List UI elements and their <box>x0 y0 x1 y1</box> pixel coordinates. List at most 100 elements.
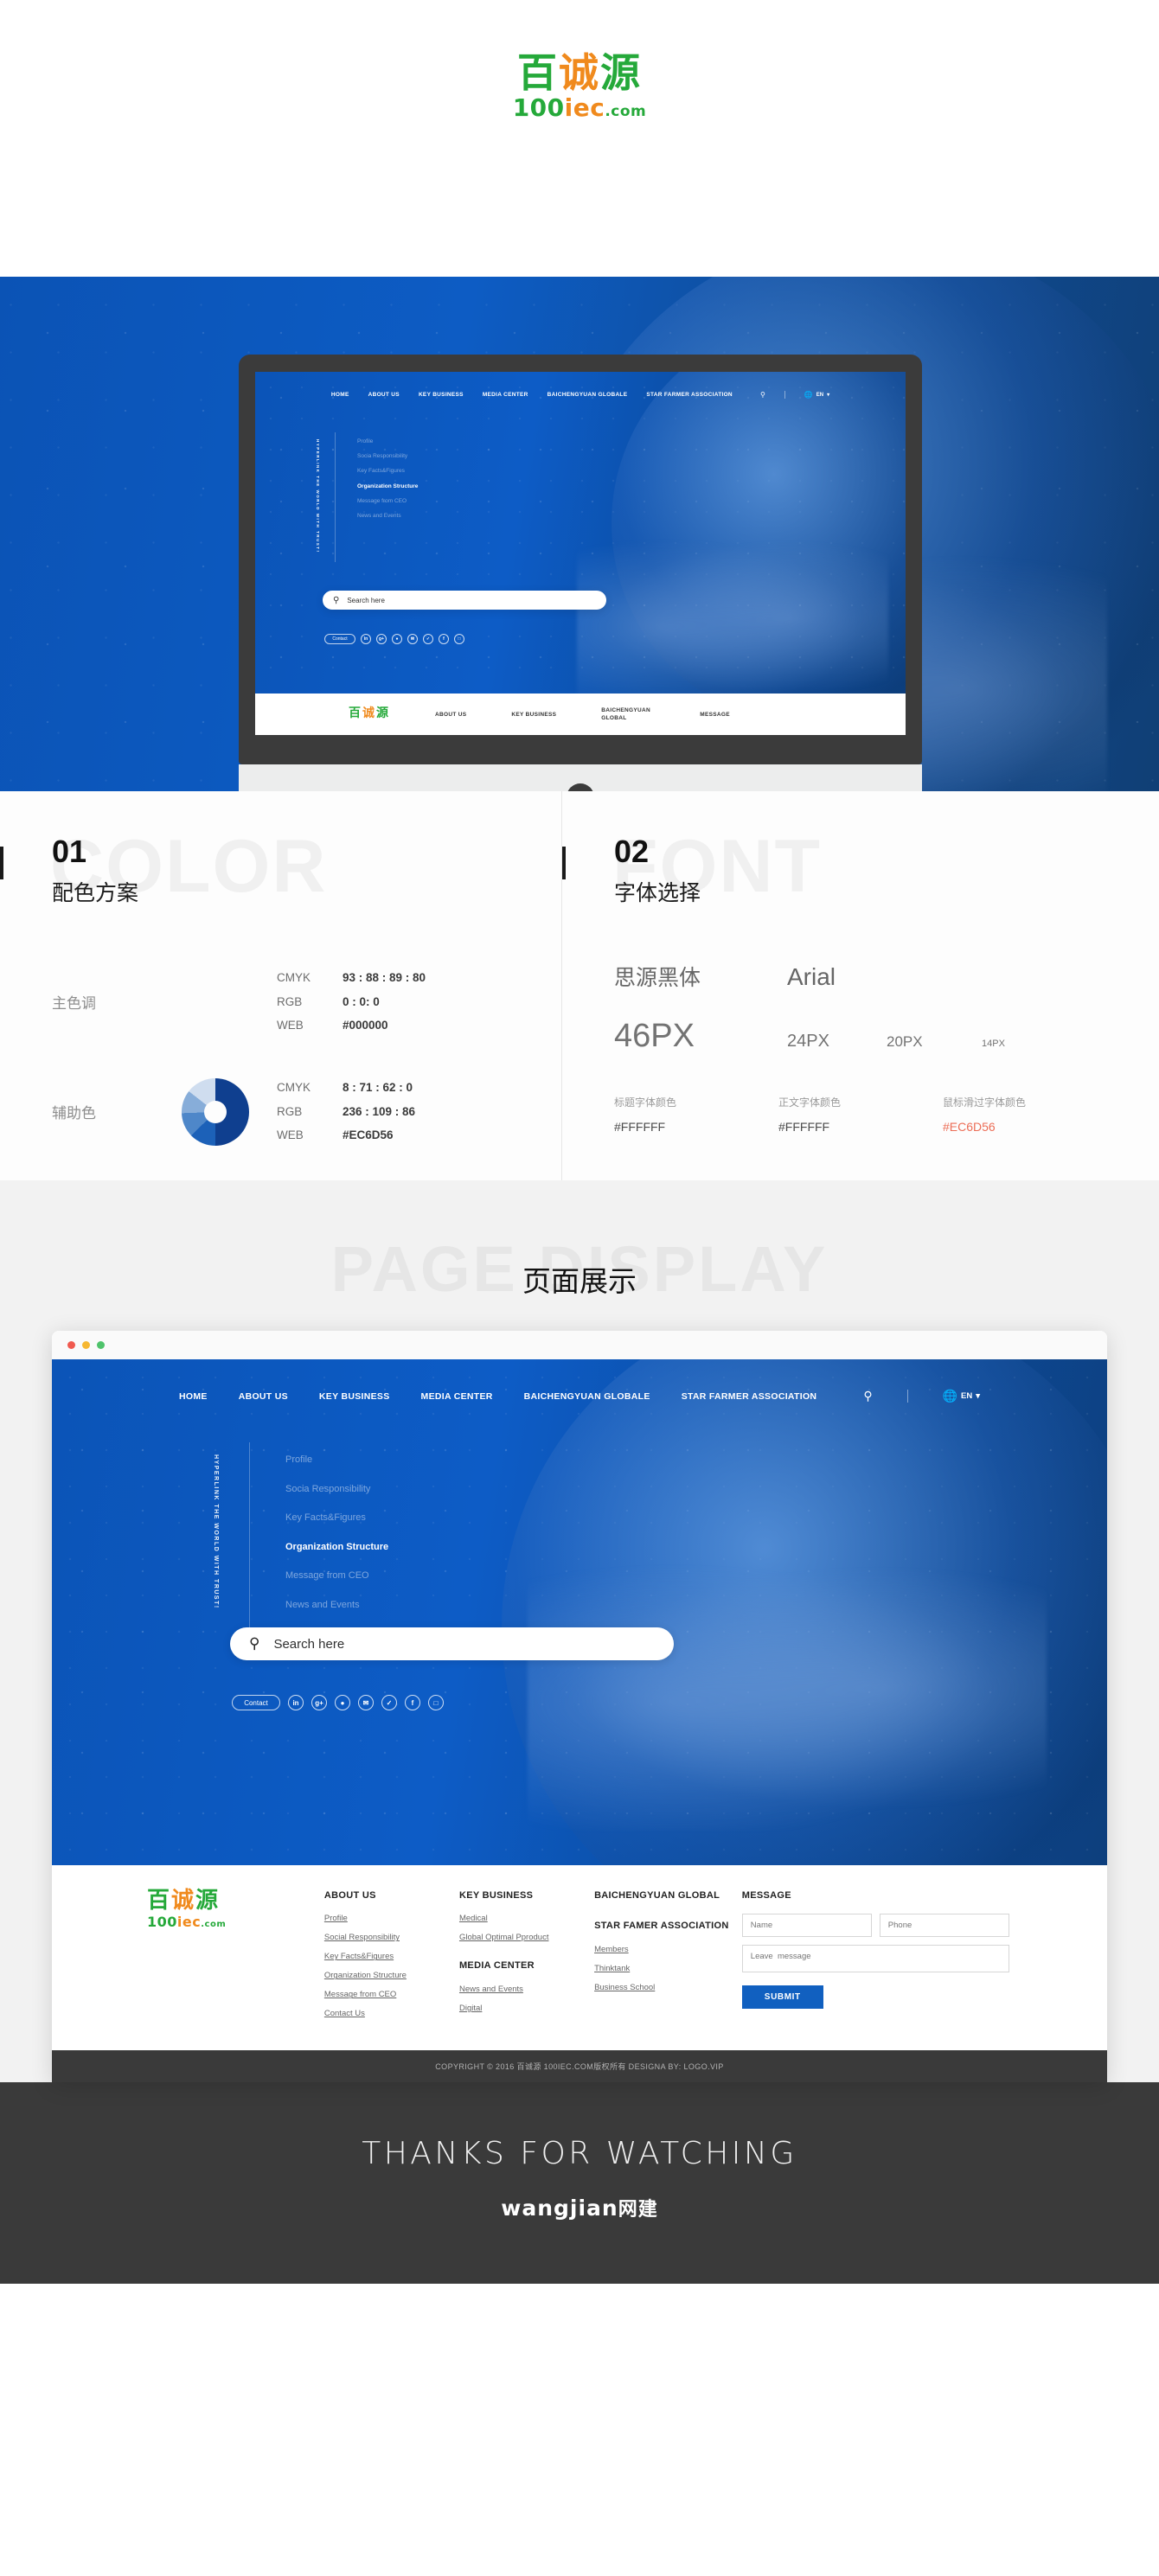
footer-link-contact-us[interactable]: Contact Us <box>324 2009 459 2018</box>
small-nav-baichengyuan-globale[interactable]: BAICHENGYUAN GLOBALE <box>547 392 628 398</box>
panel-font: FONT 02 字体选择 思源黑体 Arial 46PX 24PX 20PX 1… <box>561 791 1159 1180</box>
secondary-web-key: WEB <box>277 1128 304 1142</box>
primary-cmyk-value: 93 : 88 : 89 : 80 <box>343 971 426 984</box>
font-size-20: 20PX <box>887 1033 923 1050</box>
footer-link-social-responsibility[interactable]: Social Responsibility <box>324 1933 459 1942</box>
small-bottombar-message[interactable]: MESSAGE <box>700 712 730 718</box>
small-nav-home[interactable]: HOME <box>331 392 349 398</box>
small-menu-item-organization-structure[interactable]: Organization Structure <box>357 479 418 494</box>
font-family-row: 思源黑体 Arial <box>614 961 1107 992</box>
hero-section: HOME ABOUT US KEY BUSINESS MEDIA CENTER … <box>0 173 1159 791</box>
small-search-icon[interactable]: ⚲ <box>760 391 765 399</box>
browser-titlebar <box>52 1331 1107 1359</box>
footer-link-medical[interactable]: Medical <box>459 1914 594 1923</box>
font-color-hover-value: #EC6D56 <box>943 1120 996 1134</box>
nav-key-business[interactable]: KEY BUSINESS <box>319 1391 390 1402</box>
small-menu-item-socia-responsibility[interactable]: Socia Responsibility <box>357 449 418 463</box>
panel-font-tick <box>562 847 566 879</box>
menu-item-news-and-events[interactable]: News and Events <box>285 1591 388 1620</box>
googleplus-icon[interactable]: g+ <box>311 1695 327 1710</box>
footer-heading-message: MESSAGE <box>741 1890 791 1901</box>
small-facebook-icon[interactable]: f <box>439 634 449 644</box>
menu-item-key-facts-figures[interactable]: Key Facts&Figures <box>285 1504 388 1533</box>
small-menu-item-news-and-events[interactable]: News and Events <box>357 508 418 523</box>
small-instagram-icon[interactable]: □ <box>454 634 464 644</box>
small-contact-button[interactable]: Contact <box>324 634 355 644</box>
menu-item-message-from-ceo[interactable]: Message from CEO <box>285 1562 388 1591</box>
browser-mockup: HOME ABOUT US KEY BUSINESS MEDIA CENTER … <box>52 1331 1107 2083</box>
name-input[interactable] <box>741 1914 872 1938</box>
small-footer-logo: 百诚源 <box>349 707 390 719</box>
nav-baichengyuan-globale[interactable]: BAICHENGYUAN GLOBALE <box>524 1391 650 1402</box>
small-menu-item-key-facts-figures[interactable]: Key Facts&Figures <box>357 463 418 478</box>
fl-e3: .com <box>201 1920 227 1929</box>
page-display-heading: PAGE DISPLAY 页面展示 <box>0 1230 1159 1326</box>
search-icon[interactable]: ⚲ <box>863 1389 872 1403</box>
contact-button[interactable]: Contact <box>232 1695 280 1710</box>
font-color-row: 标题字体颜色 #FFFFFF 正文字体颜色 #FFFFFF 鼠标滑过字体颜色 #… <box>614 1095 1107 1134</box>
language-selector[interactable]: 🌐 EN ▾ <box>943 1389 980 1403</box>
browser-minimize-dot[interactable] <box>82 1341 90 1349</box>
footer-link-organization-structure[interactable]: Organization Structure <box>324 1971 459 1980</box>
small-menu-item-profile[interactable]: Profile <box>357 434 418 449</box>
footer-link-thinktank[interactable]: Thinktank <box>594 1964 742 1973</box>
small-bottombar-key-business[interactable]: KEY BUSINESS <box>511 712 556 718</box>
footer-link-members[interactable]: Members <box>594 1945 742 1954</box>
footer-link-news-and-events[interactable]: News and Events <box>459 1985 594 1994</box>
small-weibo-icon[interactable]: ● <box>392 634 402 644</box>
small-social-row: Contact in g+ ● ✉ ✓ f □ <box>324 634 464 644</box>
browser-close-dot[interactable] <box>67 1341 75 1349</box>
fl-c3: 源 <box>195 1888 221 1914</box>
nav-home[interactable]: HOME <box>179 1391 208 1402</box>
small-linkedin-icon[interactable]: in <box>361 634 371 644</box>
small-menu-item-message-from-ceo[interactable]: Message from CEO <box>357 494 418 508</box>
footer-heading-key-business: KEY BUSINESS <box>458 1890 534 1901</box>
submit-button[interactable]: SUBMIT <box>741 1985 823 2010</box>
footer-link-key-facts-figures[interactable]: Key Facts&Figures <box>324 1952 459 1961</box>
nav-star-farmer-association[interactable]: STAR FARMER ASSOCIATION <box>682 1391 817 1402</box>
small-email-icon[interactable]: ✉ <box>407 634 418 644</box>
email-icon[interactable]: ✉ <box>358 1695 374 1710</box>
facebook-icon[interactable]: f <box>405 1695 420 1710</box>
swatch-secondary-spec: CMYK 8 : 71 : 62 : 0 RGB 236 : 109 : 86 WE… <box>277 1076 415 1147</box>
menu-item-profile[interactable]: Profile <box>285 1446 388 1475</box>
menu-item-socia-responsibility[interactable]: Socia Responsibility <box>285 1475 388 1505</box>
browser-maximize-dot[interactable] <box>97 1341 105 1349</box>
small-search-bar[interactable]: ⚲ Search here <box>323 591 606 610</box>
small-chevron-down-icon: ▾ <box>827 393 830 398</box>
linkedin-icon[interactable]: in <box>288 1695 304 1710</box>
footer-link-message-from-ceo[interactable]: Message from CEO <box>324 1990 459 1999</box>
small-navbar: HOME ABOUT US KEY BUSINESS MEDIA CENTER … <box>255 372 906 399</box>
message-textarea[interactable] <box>741 1945 1009 1973</box>
small-nav-about-us[interactable]: ABOUT US <box>368 392 400 398</box>
nav-media-center[interactable]: MEDIA CENTER <box>421 1391 493 1402</box>
footer-link-profile[interactable]: Profile <box>324 1914 459 1923</box>
panel-font-subtitle: 字体选择 <box>614 880 701 905</box>
small-twitter-icon[interactable]: ✓ <box>423 634 433 644</box>
weibo-icon[interactable]: ● <box>335 1695 350 1710</box>
phone-input[interactable] <box>879 1914 1009 1938</box>
menu-item-organization-structure[interactable]: Organization Structure <box>285 1533 388 1563</box>
social-row: Contact in g+ ● ✉ ✓ f □ <box>232 1695 444 1710</box>
small-nav-key-business[interactable]: KEY BUSINESS <box>419 392 464 398</box>
panel-color-number: 01 <box>52 834 87 869</box>
small-nav-media-center[interactable]: MEDIA CENTER <box>483 392 528 398</box>
font-color-title-value: #FFFFFF <box>614 1120 666 1134</box>
small-googleplus-icon[interactable]: g+ <box>376 634 387 644</box>
footer-link-business-school[interactable]: Business School <box>594 1983 742 1992</box>
small-language-selector[interactable]: 🌐 EN ▾ <box>804 391 829 399</box>
instagram-icon[interactable]: □ <box>428 1695 444 1710</box>
footer-link-global-optimal-product[interactable]: Global Optimal Pproduct <box>459 1933 594 1942</box>
primary-web-value: #000000 <box>343 1019 388 1032</box>
nav-about-us[interactable]: ABOUT US <box>239 1391 288 1402</box>
footer-column-about-us: ABOUT US Profile Social Responsibility K… <box>324 1889 459 2028</box>
swatch-secondary-label: 辅助色 <box>52 1105 96 1123</box>
twitter-icon[interactable]: ✓ <box>381 1695 397 1710</box>
small-nav-star-farmer-association[interactable]: STAR FARMER ASSOCIATION <box>646 392 733 398</box>
fl-e1: 100 <box>147 1914 177 1930</box>
small-bottombar-baichengyuan-global[interactable]: BAICHENGYUAN GLOBAL <box>601 706 655 722</box>
search-bar[interactable]: ⚲ Search here <box>230 1627 674 1660</box>
small-bottombar-about-us[interactable]: ABOUT US <box>435 712 466 718</box>
fl-c1: 百 <box>147 1888 172 1914</box>
footer-link-digital[interactable]: Digital <box>459 2004 594 2013</box>
